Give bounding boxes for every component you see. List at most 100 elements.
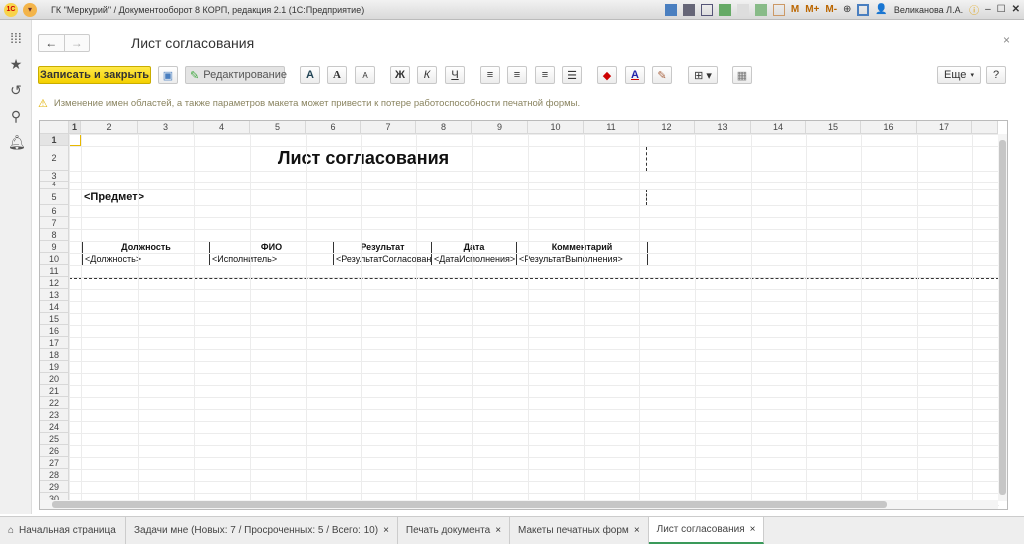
row-header[interactable]: 20: [40, 373, 69, 385]
column-header[interactable]: 10: [528, 121, 584, 134]
column-header[interactable]: 13: [695, 121, 751, 134]
column-header[interactable]: 6: [306, 121, 361, 134]
more-button[interactable]: Еще ▾: [937, 66, 981, 84]
memory-plus-button[interactable]: M+: [805, 4, 819, 15]
back-button[interactable]: ←: [39, 35, 64, 51]
document-icon[interactable]: [736, 3, 749, 16]
row-header[interactable]: 7: [40, 217, 69, 229]
close-window-button[interactable]: ✕: [1012, 4, 1020, 15]
memory-m-button[interactable]: M: [791, 4, 799, 15]
minimize-button[interactable]: –: [985, 4, 991, 15]
text-color-button[interactable]: A: [625, 66, 645, 84]
calculator-icon[interactable]: [754, 3, 767, 16]
menu-grid-icon[interactable]: ⁞⁞⁞: [8, 30, 24, 46]
row-header[interactable]: 16: [40, 325, 69, 337]
fill-color-button[interactable]: ◆: [597, 66, 617, 84]
border-color-button[interactable]: ✎: [652, 66, 672, 84]
row-header[interactable]: 14: [40, 301, 69, 313]
row-header[interactable]: 2: [40, 146, 69, 171]
search-icon[interactable]: ⚲: [8, 108, 24, 124]
column-header[interactable]: 2: [81, 121, 138, 134]
row-header[interactable]: 12: [40, 277, 69, 289]
column-header[interactable]: 15: [806, 121, 861, 134]
selected-cell[interactable]: [69, 134, 81, 146]
forward-button[interactable]: →: [63, 35, 90, 51]
borders-dropdown[interactable]: ⊞ ▾: [688, 66, 718, 84]
tab-print-templates[interactable]: Макеты печатных форм ×: [510, 517, 649, 544]
justify-button[interactable]: ☰: [562, 66, 582, 84]
row-header[interactable]: 4: [40, 182, 69, 189]
column-header[interactable]: 8: [416, 121, 472, 134]
row-header[interactable]: 26: [40, 445, 69, 457]
column-header[interactable]: 16: [861, 121, 917, 134]
align-center-button[interactable]: ≡: [507, 66, 527, 84]
row-header[interactable]: 19: [40, 361, 69, 373]
save-and-close-button[interactable]: Записать и закрыть: [38, 66, 151, 84]
column-header[interactable]: 11: [584, 121, 639, 134]
save-button[interactable]: ▣: [158, 66, 178, 84]
main-menu-button[interactable]: ▾: [23, 2, 37, 17]
panel-icon[interactable]: [857, 3, 870, 16]
row-header[interactable]: 17: [40, 337, 69, 349]
row-header[interactable]: 8: [40, 229, 69, 241]
row-header[interactable]: 13: [40, 289, 69, 301]
tab-approval-sheet[interactable]: Лист согласования ×: [648, 517, 765, 544]
notifications-bell-icon[interactable]: 🔔︎: [8, 134, 26, 150]
bold-button[interactable]: Ж: [390, 66, 410, 84]
tab-home[interactable]: ⌂ Начальная страница: [0, 517, 126, 544]
zoom-icon[interactable]: ⊕: [843, 4, 851, 15]
column-header[interactable]: 9: [472, 121, 528, 134]
increase-font-button[interactable]: A: [327, 66, 347, 84]
print-icon[interactable]: [682, 3, 695, 16]
row-header[interactable]: 21: [40, 385, 69, 397]
tab-close-button[interactable]: ×: [495, 525, 501, 536]
align-left-button[interactable]: ≡: [480, 66, 500, 84]
row-header[interactable]: 29: [40, 481, 69, 493]
tab-print-document[interactable]: Печать документа ×: [398, 517, 511, 544]
column-header[interactable]: 4: [194, 121, 250, 134]
favorites-star-icon[interactable]: ★: [8, 56, 24, 72]
italic-button[interactable]: К: [417, 66, 437, 84]
row-header[interactable]: 24: [40, 421, 69, 433]
cell-properties-button[interactable]: ▦: [732, 66, 752, 84]
column-header[interactable]: 1: [69, 121, 81, 134]
column-header[interactable]: [972, 121, 998, 134]
row-header[interactable]: 11: [40, 265, 69, 277]
row-header[interactable]: 3: [40, 171, 69, 182]
column-header[interactable]: 14: [751, 121, 806, 134]
spreadsheet[interactable]: <РезультатВыполнения> <ДатаИсполнения> <Ре…: [39, 120, 1008, 510]
edit-mode-toggle[interactable]: ✎ Редактирование: [185, 66, 287, 84]
row-header[interactable]: 22: [40, 397, 69, 409]
row-header[interactable]: 5: [40, 189, 69, 205]
column-header[interactable]: 5: [250, 121, 306, 134]
column-header[interactable]: 17: [917, 121, 972, 134]
tab-my-tasks[interactable]: Задачи мне (Новых: 7 / Просроченных: 5 /…: [126, 517, 398, 544]
row-header[interactable]: 15: [40, 313, 69, 325]
row-header[interactable]: 10: [40, 253, 69, 265]
form-close-button[interactable]: ×: [1003, 33, 1010, 47]
tab-close-button[interactable]: ×: [383, 525, 389, 536]
upload-icon[interactable]: [718, 3, 731, 16]
row-header[interactable]: 1: [40, 134, 69, 146]
underline-button[interactable]: Ч: [445, 66, 465, 84]
column-header[interactable]: 12: [639, 121, 695, 134]
row-header[interactable]: 23: [40, 409, 69, 421]
preview-icon[interactable]: [700, 3, 713, 16]
calendar-icon[interactable]: [772, 3, 785, 16]
row-header[interactable]: 6: [40, 205, 69, 217]
info-icon[interactable]: ⓘ: [969, 2, 979, 17]
row-header[interactable]: 27: [40, 457, 69, 469]
row-header[interactable]: 28: [40, 469, 69, 481]
font-button[interactable]: A: [300, 66, 320, 84]
row-header[interactable]: 9: [40, 241, 69, 253]
horizontal-scrollbar[interactable]: [40, 500, 998, 509]
history-icon[interactable]: ↺: [8, 82, 24, 98]
tab-close-button[interactable]: ×: [634, 525, 640, 536]
corner-cell[interactable]: [40, 121, 69, 134]
row-header[interactable]: 18: [40, 349, 69, 361]
maximize-button[interactable]: ☐: [997, 4, 1006, 15]
column-header[interactable]: 7: [361, 121, 416, 134]
report-heading[interactable]: Лист согласования: [81, 146, 646, 171]
save-icon[interactable]: [664, 3, 677, 16]
vertical-scrollbar[interactable]: [998, 134, 1007, 501]
